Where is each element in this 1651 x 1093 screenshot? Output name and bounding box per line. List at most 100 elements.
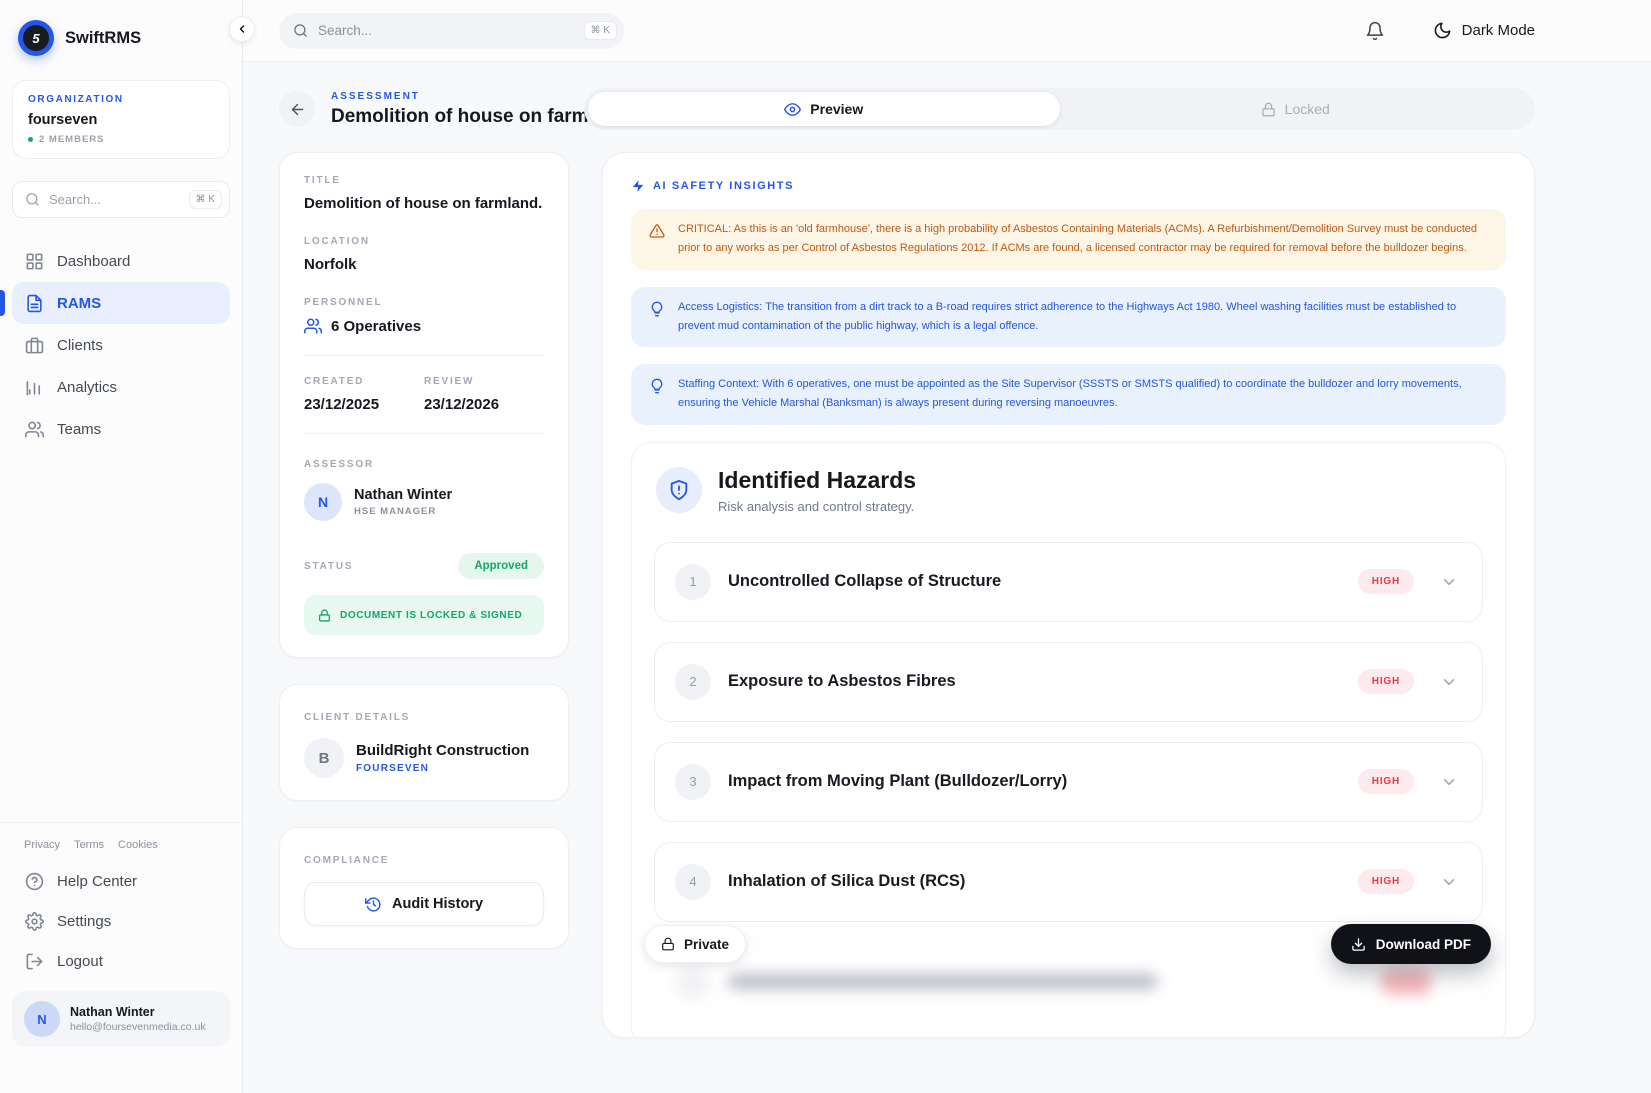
assessment-details-panel: TITLE Demolition of house on farmland. L…	[279, 152, 569, 658]
legal-link[interactable]: Terms	[74, 839, 104, 851]
status-label: STATUS	[304, 561, 353, 572]
sidebar-item-label: Settings	[57, 913, 111, 930]
legal-link[interactable]: Privacy	[24, 839, 60, 851]
divider	[304, 355, 544, 356]
hazard-row[interactable]: 3 Impact from Moving Plant (Bulldozer/Lo…	[654, 742, 1483, 822]
document-column: AI SAFETY INSIGHTS CRITICAL: As this is …	[602, 152, 1535, 1038]
content: ASSESSMENT Demolition of house on farmla…	[243, 62, 1651, 1093]
dark-mode-label: Dark Mode	[1462, 22, 1535, 39]
chevron-down-icon[interactable]	[1440, 873, 1458, 891]
severity-badge: HIGH	[1358, 769, 1414, 794]
audit-history-button[interactable]: Audit History	[304, 882, 544, 926]
client-details-panel: CLIENT DETAILS B BuildRight Construction…	[279, 684, 569, 801]
sidebar-item-logout[interactable]: Logout	[12, 941, 230, 981]
hazard-number: 4	[675, 864, 711, 900]
chevron-down-icon[interactable]	[1440, 673, 1458, 691]
bell-icon	[1365, 21, 1385, 41]
warning-triangle-icon	[649, 223, 665, 239]
dark-mode-toggle[interactable]: Dark Mode	[1433, 21, 1535, 40]
severity-badge: HIGH	[1358, 869, 1414, 894]
private-toggle[interactable]: Private	[644, 925, 746, 963]
assessment-eyebrow: ASSESSMENT	[331, 91, 584, 102]
tab-preview[interactable]: Preview	[588, 92, 1060, 126]
user-name: Nathan Winter	[70, 1005, 206, 1019]
hazard-row[interactable]: 4 Inhalation of Silica Dust (RCS) HIGH	[654, 842, 1483, 922]
hazard-row[interactable]: 1 Uncontrolled Collapse of Structure HIG…	[654, 542, 1483, 622]
logo-icon: 5	[18, 20, 54, 56]
search-kbd: ⌘ K	[189, 190, 222, 209]
organization-members: 2 MEMBERS	[28, 134, 214, 145]
divider	[304, 433, 544, 434]
lightbulb-icon	[649, 301, 665, 317]
eye-icon	[784, 101, 801, 118]
download-icon	[1351, 937, 1366, 952]
status-badge: Approved	[458, 553, 544, 579]
search-icon	[293, 23, 308, 38]
lightbulb-icon	[649, 378, 665, 394]
organization-card[interactable]: ORGANIZATION fourseven 2 MEMBERS	[12, 80, 230, 159]
back-button[interactable]	[279, 91, 315, 127]
sidebar-collapse-button[interactable]	[229, 16, 255, 42]
tab-locked[interactable]: Locked	[1060, 92, 1532, 126]
sidebar-item-clients[interactable]: Clients	[12, 324, 230, 366]
hazard-number: 3	[675, 764, 711, 800]
online-dot	[28, 137, 33, 142]
assessor-role: HSE MANAGER	[354, 506, 452, 517]
users-icon	[25, 420, 44, 439]
sidebar-item-dashboard[interactable]: Dashboard	[12, 240, 230, 282]
sidebar-item-settings[interactable]: Settings	[12, 901, 230, 941]
divider	[0, 822, 242, 823]
client-org: FOURSEVEN	[356, 763, 529, 774]
global-search-input[interactable]	[318, 23, 574, 38]
private-label: Private	[684, 937, 729, 952]
history-clock-icon	[365, 896, 382, 913]
hazards-title: Identified Hazards	[718, 467, 916, 494]
compliance-panel: COMPLIANCE Audit History	[279, 827, 569, 949]
hazard-title: Inhalation of Silica Dust (RCS)	[728, 872, 1358, 891]
sidebar-item-rams[interactable]: RAMS	[12, 282, 230, 324]
lock-icon	[661, 937, 675, 951]
download-pdf-button[interactable]: Download PDF	[1331, 924, 1491, 964]
page-header: ASSESSMENT Demolition of house on farmla…	[279, 88, 1535, 130]
sidebar-item-analytics[interactable]: Analytics	[12, 366, 230, 408]
organization-label: ORGANIZATION	[28, 94, 214, 105]
chevron-down-icon[interactable]	[1440, 773, 1458, 791]
logo-glyph: 5	[23, 25, 49, 51]
hazard-title: Impact from Moving Plant (Bulldozer/Lorr…	[728, 772, 1358, 791]
client-details-label: CLIENT DETAILS	[304, 712, 410, 723]
legal-link[interactable]: Cookies	[118, 839, 158, 851]
severity-badge: HIGH	[1358, 569, 1414, 594]
sidebar-item-help-center[interactable]: Help Center	[12, 861, 230, 901]
locked-signed-banner: DOCUMENT IS LOCKED & SIGNED	[304, 595, 544, 635]
app-name: SwiftRMS	[65, 29, 141, 48]
insight-text: Access Logistics: The transition from a …	[678, 298, 1488, 337]
insight-callout: Staffing Context: With 6 operatives, one…	[631, 364, 1506, 425]
audit-history-label: Audit History	[392, 896, 483, 912]
briefcase-icon	[25, 336, 44, 355]
personnel-label: PERSONNEL	[304, 297, 544, 308]
chevron-down-icon[interactable]	[1440, 573, 1458, 591]
notifications-button[interactable]	[1365, 21, 1385, 41]
gear-icon	[25, 912, 44, 931]
sidebar-search[interactable]: ⌘ K	[12, 181, 230, 218]
created-date: 23/12/2025	[304, 396, 424, 413]
user-profile-card[interactable]: N Nathan Winter hello@foursevenmedia.co.…	[12, 991, 230, 1047]
members-count: 2 MEMBERS	[39, 134, 104, 145]
avatar: N	[24, 1001, 60, 1037]
hazard-title: Exposure to Asbestos Fibres	[728, 672, 1358, 691]
bar-chart-icon	[25, 378, 44, 397]
sidebar-item-label: Analytics	[57, 379, 117, 396]
lock-icon	[318, 609, 331, 622]
document-action-bar: Private Download PDF	[644, 924, 1491, 964]
moon-icon	[1433, 21, 1452, 40]
hazard-row[interactable]: 2 Exposure to Asbestos Fibres HIGH	[654, 642, 1483, 722]
client-avatar: B	[304, 738, 344, 778]
sidebar-search-input[interactable]	[49, 192, 180, 207]
insight-tips: Access Logistics: The transition from a …	[631, 287, 1506, 425]
sidebar-item-teams[interactable]: Teams	[12, 408, 230, 450]
sidebar-item-label: Logout	[57, 953, 103, 970]
logout-icon	[25, 952, 44, 971]
assessor-name: Nathan Winter	[354, 487, 452, 503]
global-search[interactable]: ⌘ K	[279, 13, 624, 49]
assessor-avatar: N	[304, 483, 342, 521]
